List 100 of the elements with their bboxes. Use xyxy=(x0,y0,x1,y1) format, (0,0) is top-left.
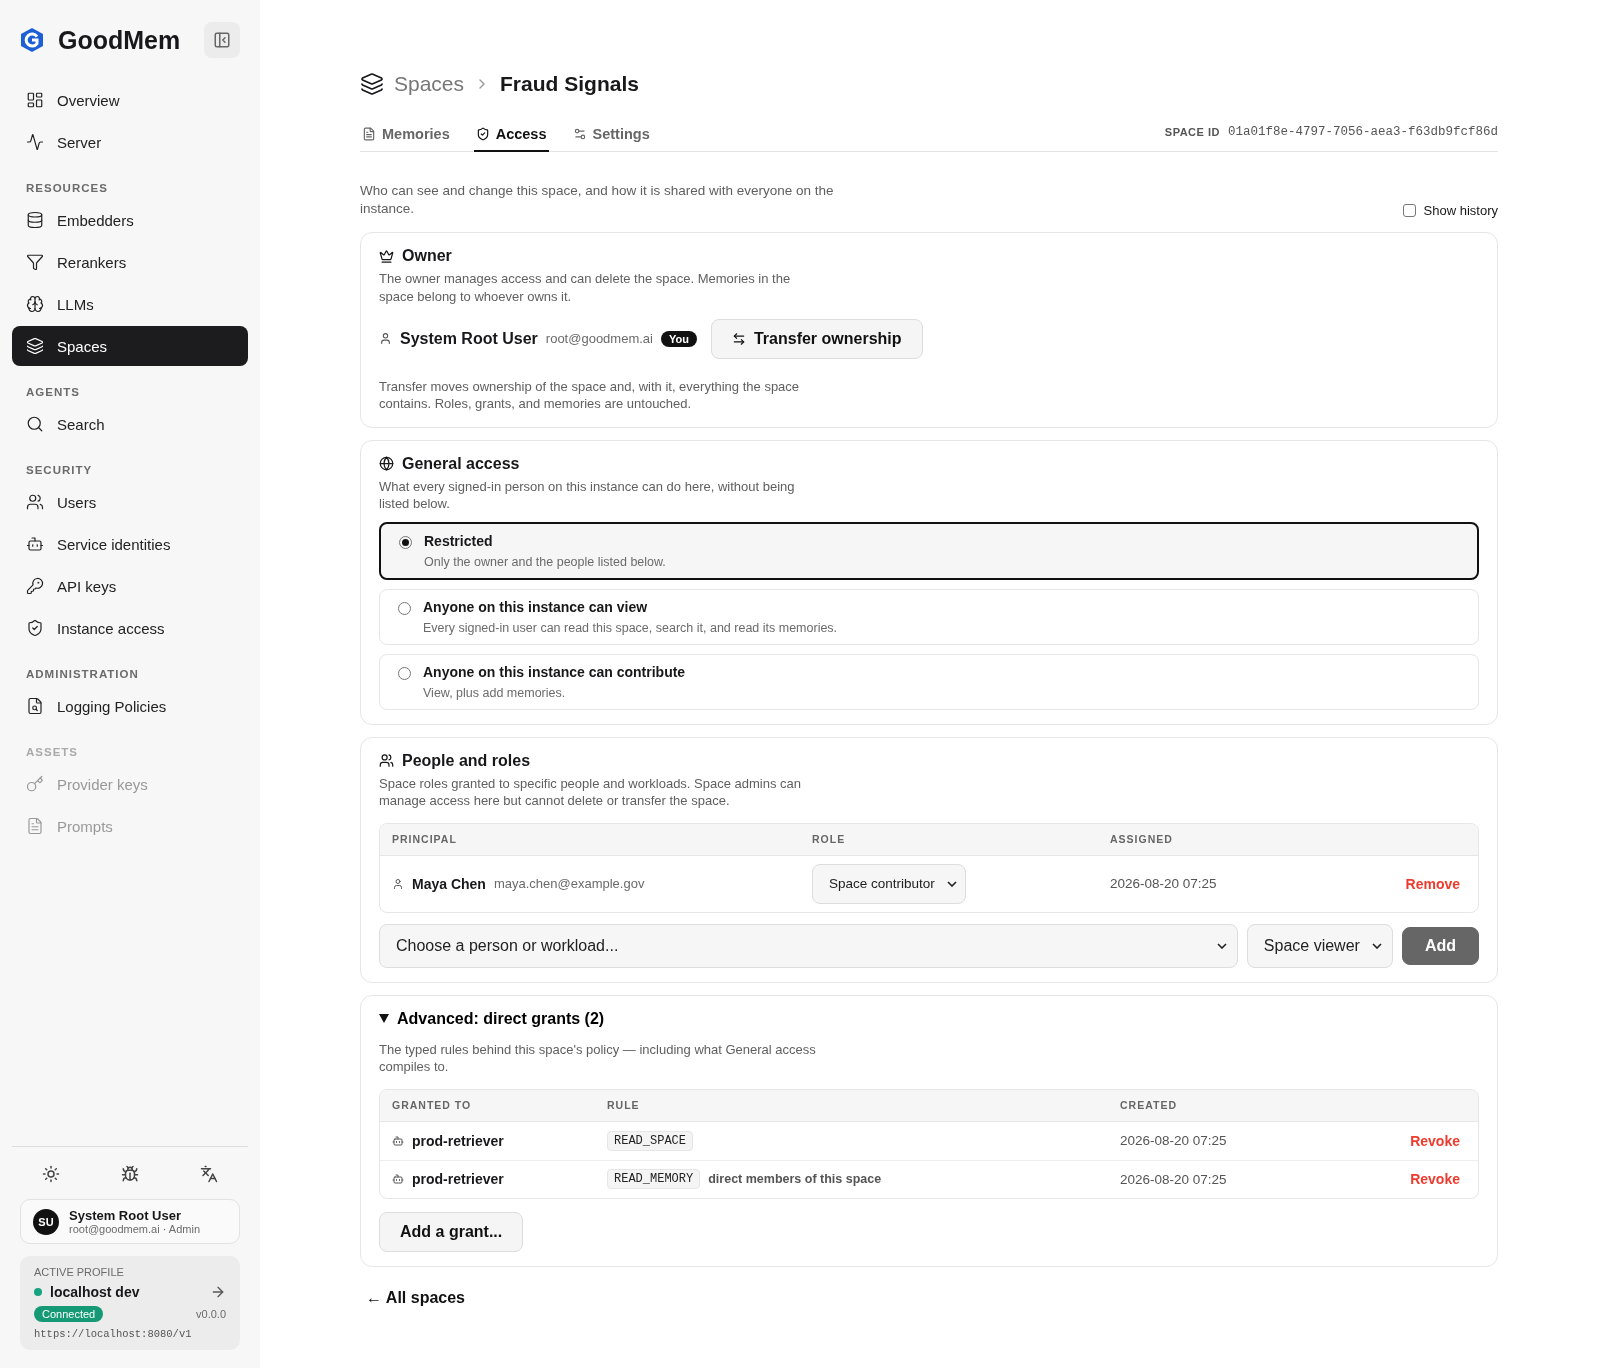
profile-url: https://localhost:8080/v1 xyxy=(34,1328,193,1340)
all-spaces-link[interactable]: ← All spaces xyxy=(366,1288,465,1307)
search-icon xyxy=(26,415,44,433)
transfer-note: Transfer moves ownership of the space and, with it, everything the space contains. Roles, grants, and memories are untouched. xyxy=(379,377,801,413)
column-header: ASSIGNED xyxy=(1110,833,1174,846)
principal-select[interactable]: Choose a person or workload... xyxy=(379,923,1238,968)
user-icon xyxy=(379,332,392,346)
section-heading: ADMINISTRATION xyxy=(25,667,140,682)
owner-email: root@goodmem.ai xyxy=(545,331,653,347)
tab[interactable]: Settings xyxy=(570,118,652,152)
checkbox[interactable] xyxy=(1402,204,1416,218)
nav-item[interactable]: Rerankers xyxy=(12,242,248,282)
nav-item[interactable]: Search xyxy=(12,404,248,444)
status-badge: Connected xyxy=(34,1306,104,1322)
advanced-toggle[interactable]: Advanced: direct grants (2) xyxy=(379,1009,1479,1028)
card-description: The owner manages access and can delete the space. Memories in the space belong to whoever owns it. xyxy=(379,270,792,306)
user-icon xyxy=(392,877,404,890)
nav-item[interactable]: Spaces xyxy=(12,326,248,366)
nav-item[interactable]: Embedders xyxy=(12,200,248,240)
space-id-label: SPACE ID xyxy=(1164,126,1220,138)
user-detail: root@goodmem.ai · Admin xyxy=(69,1223,200,1235)
robot-icon xyxy=(392,1134,404,1147)
transfer-ownership-button[interactable]: Transfer ownership xyxy=(710,318,923,359)
breadcrumb-link[interactable]: Spaces xyxy=(394,72,465,96)
funnel-icon xyxy=(26,253,44,271)
robot-icon xyxy=(26,535,44,553)
avatar: SU xyxy=(33,1208,59,1235)
access-option[interactable]: Restricted Only the owner and the people listed below. xyxy=(379,521,1479,580)
shield-icon xyxy=(26,619,44,637)
revoke-button[interactable]: Revoke xyxy=(1410,1171,1460,1188)
shield-icon xyxy=(475,127,490,141)
role-select[interactable]: Space contributor xyxy=(812,863,966,904)
card-description: Space roles granted to specific people and workloads. Space admins can manage access here but cannot delete or transfer the space. xyxy=(379,774,803,810)
revoke-button[interactable]: Revoke xyxy=(1410,1132,1460,1149)
bug-icon[interactable] xyxy=(121,1165,139,1183)
owner-name: System Root User xyxy=(400,329,538,348)
intro-text: Who can see and change this space, and how it is shared with everyone on the instance. xyxy=(360,182,835,219)
section-heading: ASSETS xyxy=(25,745,79,760)
you-badge: You xyxy=(660,330,697,347)
section-heading: SECURITY xyxy=(25,463,94,478)
profile-label: ACTIVE PROFILE xyxy=(34,1266,125,1278)
column-header: ROLE xyxy=(812,833,847,846)
option-description: Every signed-in user can read this space, search it, and read its memories. xyxy=(423,620,838,635)
panel-icon xyxy=(213,31,231,49)
translate-icon[interactable] xyxy=(199,1165,218,1183)
access-option[interactable]: Anyone on this instance can contribute View, plus add memories. xyxy=(379,653,1479,710)
user-card[interactable]: SU System Root User root@goodmem.ai · Admin xyxy=(20,1199,240,1244)
layers-icon xyxy=(360,72,384,96)
rule-code: READ_SPACE xyxy=(607,1130,693,1151)
sliders-icon xyxy=(572,127,587,141)
remove-button[interactable]: Remove xyxy=(1405,875,1460,892)
option-label: Anyone on this instance can contribute xyxy=(423,663,686,680)
column-header: PRINCIPAL xyxy=(392,833,458,846)
show-history-checkbox[interactable]: Show history xyxy=(1402,203,1498,219)
assigned-date: 2026-08-20 07:25 xyxy=(1110,876,1218,892)
option-description: View, plus add memories. xyxy=(423,685,567,700)
option-description: Only the owner and the people listed below. xyxy=(424,554,666,569)
grantee-name: prod-retriever xyxy=(412,1171,504,1188)
option-label: Anyone on this instance can view xyxy=(423,598,649,615)
version: v0.0.0 xyxy=(196,1308,226,1320)
document-icon xyxy=(362,127,376,141)
nav-item[interactable]: Instance access xyxy=(12,608,248,648)
dashboard-icon xyxy=(26,91,44,109)
nav-item[interactable]: API keys xyxy=(12,566,248,606)
nav-item[interactable]: Users xyxy=(12,482,248,522)
user-name: System Root User xyxy=(69,1208,182,1223)
role-select[interactable]: Space viewer xyxy=(1246,923,1393,968)
nav-item[interactable]: LLMs xyxy=(12,284,248,324)
add-grant-button[interactable]: Add a grant... xyxy=(379,1211,524,1252)
access-option[interactable]: Anyone on this instance can view Every signed-in user can read this space, search it, and read its memories. xyxy=(379,588,1479,645)
collapse-sidebar-button[interactable] xyxy=(204,22,240,58)
key-icon xyxy=(26,577,44,595)
tab[interactable]: Memories xyxy=(360,118,452,152)
created-date: 2026-08-20 07:25 xyxy=(1120,1133,1228,1149)
principal-name: Maya Chen xyxy=(412,875,486,892)
caret-icon xyxy=(1371,942,1382,949)
sun-icon[interactable] xyxy=(42,1165,61,1183)
option-label: Restricted xyxy=(424,532,494,549)
section-heading: AGENTS xyxy=(25,385,81,400)
column-header: RULE xyxy=(607,1099,641,1112)
document-search-icon xyxy=(26,697,44,715)
column-header: GRANTED TO xyxy=(392,1099,473,1112)
swap-icon xyxy=(731,331,746,346)
nav-item[interactable]: Service identities xyxy=(12,524,248,564)
nav-item[interactable]: Server xyxy=(12,122,248,162)
card-description: The typed rules behind this space's policy — including what General access compiles to. xyxy=(379,1040,817,1076)
caret-icon xyxy=(1216,942,1227,949)
tab[interactable]: Access xyxy=(473,118,549,152)
key-icon xyxy=(26,775,44,793)
nav-item[interactable]: Overview xyxy=(12,80,248,120)
status-dot xyxy=(34,1288,42,1296)
add-button[interactable]: Add xyxy=(1401,926,1479,965)
section-heading: RESOURCES xyxy=(25,181,109,196)
rule-code: READ_MEMORY xyxy=(607,1169,701,1190)
created-date: 2026-08-20 07:25 xyxy=(1120,1171,1228,1187)
robot-icon xyxy=(392,1173,404,1186)
nav-item[interactable]: Logging Policies xyxy=(12,686,248,726)
document-icon xyxy=(26,817,44,835)
users-icon xyxy=(26,493,44,511)
caret-icon xyxy=(946,880,957,887)
